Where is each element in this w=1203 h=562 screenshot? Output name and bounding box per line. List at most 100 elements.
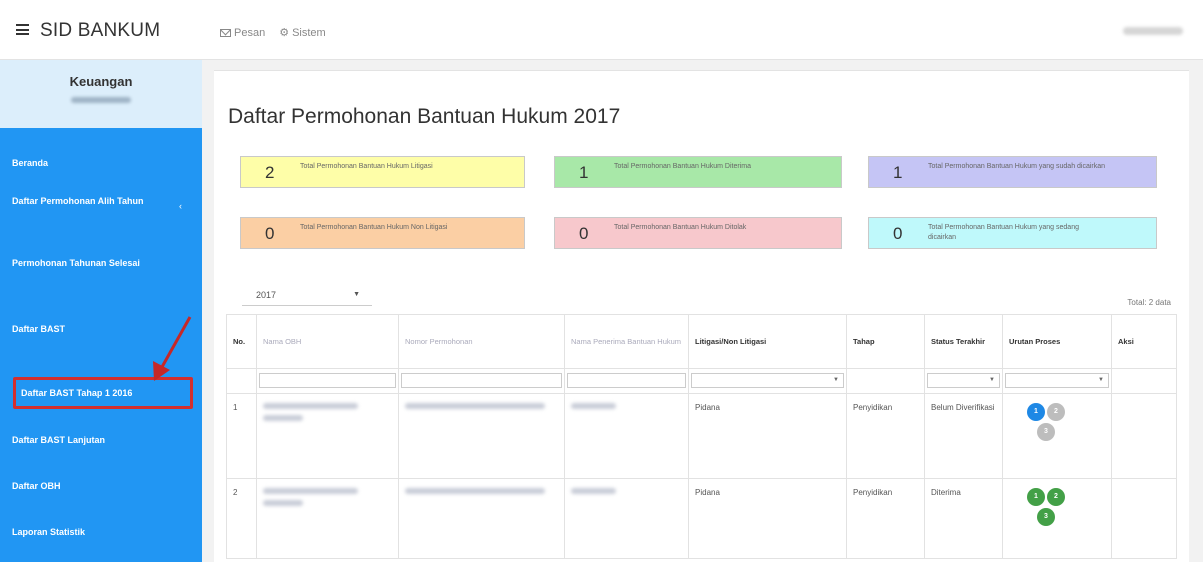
cell-tahap: Penyidikan: [846, 393, 925, 479]
top-bar: SID BANKUM Pesan ⚙ Sistem: [0, 0, 1203, 60]
sidebar-item-label: Beranda: [12, 158, 49, 168]
sidebar-item-daftar-obh[interactable]: Daftar OBH: [0, 480, 202, 492]
filter-cell: ▼: [924, 368, 1003, 394]
hamburger-menu-icon[interactable]: [16, 24, 29, 35]
step-indicators: 12 3: [1027, 403, 1097, 443]
caret-down-icon: ▼: [833, 377, 839, 383]
filter-cell-empty: [1111, 368, 1177, 394]
filter-cell: [398, 368, 565, 394]
nav-pesan[interactable]: Pesan: [220, 26, 265, 39]
column-header-status[interactable]: Status Terakhir: [924, 314, 1003, 369]
filter-nama-obh-input[interactable]: [259, 373, 396, 388]
profile-role-redacted: [71, 97, 131, 103]
nav-sistem[interactable]: ⚙ Sistem: [279, 26, 326, 40]
column-header-nama-penerima[interactable]: Nama Penerima Bantuan Hukum: [564, 314, 689, 369]
filter-urutan-select[interactable]: ▼: [1005, 373, 1109, 388]
table-row[interactable]: 1 Pidana Penyidikan Belum Diverifikasi 1…: [226, 393, 1177, 479]
column-header-tahap[interactable]: Tahap: [846, 314, 925, 369]
sidebar-item-daftar-bast-lanjutan[interactable]: Daftar BAST Lanjutan: [0, 434, 202, 446]
cell-tahap: Penyidikan: [846, 478, 925, 559]
column-header-no[interactable]: No.: [226, 314, 257, 369]
column-header-nomor-permohonan[interactable]: Nomor Permohonan: [398, 314, 565, 369]
column-header-aksi[interactable]: Aksi: [1111, 314, 1177, 369]
filter-cell-empty: [846, 368, 925, 394]
nav-sistem-label: Sistem: [292, 26, 326, 39]
sidebar-item-label: Daftar Permohonan Alih Tahun: [12, 196, 144, 206]
chevron-left-icon: ‹: [179, 201, 182, 211]
stat-card-diterima: 1 Total Permohonan Bantuan Hukum Diterim…: [554, 156, 842, 188]
envelope-icon: [220, 28, 231, 37]
stat-card-sudah-dicairkan: 1 Total Permohonan Bantuan Hukum yang su…: [868, 156, 1157, 188]
cell-urutan-proses: 12 3: [1002, 478, 1112, 559]
filter-row: ▼ ▼ ▼: [226, 368, 1177, 394]
sidebar-item-beranda[interactable]: Beranda: [0, 157, 202, 169]
sidebar-item-label: Permohonan Tahunan Selesai: [12, 258, 140, 268]
cell-litigasi: Pidana: [688, 393, 847, 479]
top-nav: Pesan ⚙ Sistem: [220, 26, 326, 39]
cell-nama-penerima-redacted: [564, 393, 689, 479]
stat-value: 0: [893, 224, 903, 243]
stat-value: 1: [579, 163, 589, 182]
filter-cell: [256, 368, 399, 394]
sidebar-item-label: Laporan Statistik: [12, 527, 86, 537]
filter-nomor-permohonan-input[interactable]: [401, 373, 562, 388]
step-2[interactable]: 2: [1047, 403, 1065, 421]
permohonan-table: No. Nama OBH Nomor Permohonan Nama Pener…: [226, 314, 1177, 559]
cell-nomor-permohonan-redacted: [398, 478, 565, 559]
stat-card-ditolak: 0 Total Permohonan Bantuan Hukum Ditolak: [554, 217, 842, 249]
column-header-urutan-proses[interactable]: Urutan Proses: [1002, 314, 1112, 369]
filter-cell: ▼: [688, 368, 847, 394]
stat-label: Total Permohonan Bantuan Hukum yang suda…: [928, 163, 1106, 170]
cell-status: Diterima: [924, 478, 1003, 559]
stat-value: 2: [265, 163, 275, 182]
total-count: Total: 2 data: [1127, 298, 1171, 307]
page-title: Daftar Permohonan Bantuan Hukum 2017: [228, 105, 621, 128]
step-1[interactable]: 1: [1027, 403, 1045, 421]
stat-card-litigasi: 2 Total Permohonan Bantuan Hukum Litigas…: [240, 156, 525, 188]
cell-aksi: [1111, 393, 1177, 479]
table-row[interactable]: 2 Pidana Penyidikan Diterima 12 3: [226, 478, 1177, 559]
column-header-litigasi[interactable]: Litigasi/Non Litigasi: [688, 314, 847, 369]
user-menu[interactable]: [1123, 27, 1183, 35]
caret-down-icon: ▼: [353, 291, 360, 298]
cell-status: Belum Diverifikasi: [924, 393, 1003, 479]
brand-title[interactable]: SID BANKUM: [40, 20, 160, 42]
cell-nama-obh-redacted: [256, 478, 399, 559]
stat-label: Total Permohonan Bantuan Hukum Litigasi: [300, 163, 433, 170]
nav-pesan-label: Pesan: [234, 26, 266, 39]
stat-label: Total Permohonan Bantuan Hukum Non Litig…: [300, 224, 448, 231]
stat-value: 1: [893, 163, 903, 182]
stat-card-sedang-dicairkan: 0 Total Permohonan Bantuan Hukum yang se…: [868, 217, 1157, 249]
filter-cell: ▼: [1002, 368, 1112, 394]
step-2[interactable]: 2: [1047, 488, 1065, 506]
sidebar-item-label: Daftar BAST: [12, 324, 66, 334]
stat-card-non-litigasi: 0 Total Permohonan Bantuan Hukum Non Lit…: [240, 217, 525, 249]
sidebar: Keuangan Beranda Daftar Permohonan Alih …: [0, 60, 202, 562]
table-header-row: No. Nama OBH Nomor Permohonan Nama Pener…: [226, 314, 1177, 369]
stat-label: Total Permohonan Bantuan Hukum yang seda…: [928, 224, 1079, 241]
sidebar-item-laporan-statistik[interactable]: Laporan Statistik: [0, 526, 202, 538]
filter-cell: [564, 368, 689, 394]
sidebar-item-label: Daftar OBH: [12, 481, 61, 491]
profile-panel: Keuangan: [0, 60, 202, 128]
cell-no: 1: [226, 393, 257, 479]
cell-urutan-proses: 12 3: [1002, 393, 1112, 479]
year-select-value: 2017: [256, 290, 277, 300]
filter-litigasi-select[interactable]: ▼: [691, 373, 844, 388]
sidebar-item-permohonan-tahunan-selesai[interactable]: Permohonan Tahunan Selesai: [0, 257, 170, 269]
filter-status-select[interactable]: ▼: [927, 373, 1000, 388]
column-header-nama-obh[interactable]: Nama OBH: [256, 314, 399, 369]
stat-label: Total Permohonan Bantuan Hukum Diterima: [614, 163, 751, 170]
step-1[interactable]: 1: [1027, 488, 1045, 506]
stat-label: Total Permohonan Bantuan Hukum Ditolak: [614, 224, 747, 231]
filter-nama-penerima-input[interactable]: [567, 373, 686, 388]
caret-down-icon: ▼: [989, 377, 995, 383]
step-indicators: 12 3: [1027, 488, 1097, 528]
stat-value: 0: [265, 224, 275, 243]
step-3[interactable]: 3: [1037, 508, 1055, 526]
year-select[interactable]: 2017 ▼: [242, 286, 372, 306]
sidebar-item-daftar-permohonan-alih-tahun[interactable]: Daftar Permohonan Alih Tahun ‹: [0, 195, 182, 211]
stat-value: 0: [579, 224, 589, 243]
step-3[interactable]: 3: [1037, 423, 1055, 441]
cell-nama-obh-redacted: [256, 393, 399, 479]
